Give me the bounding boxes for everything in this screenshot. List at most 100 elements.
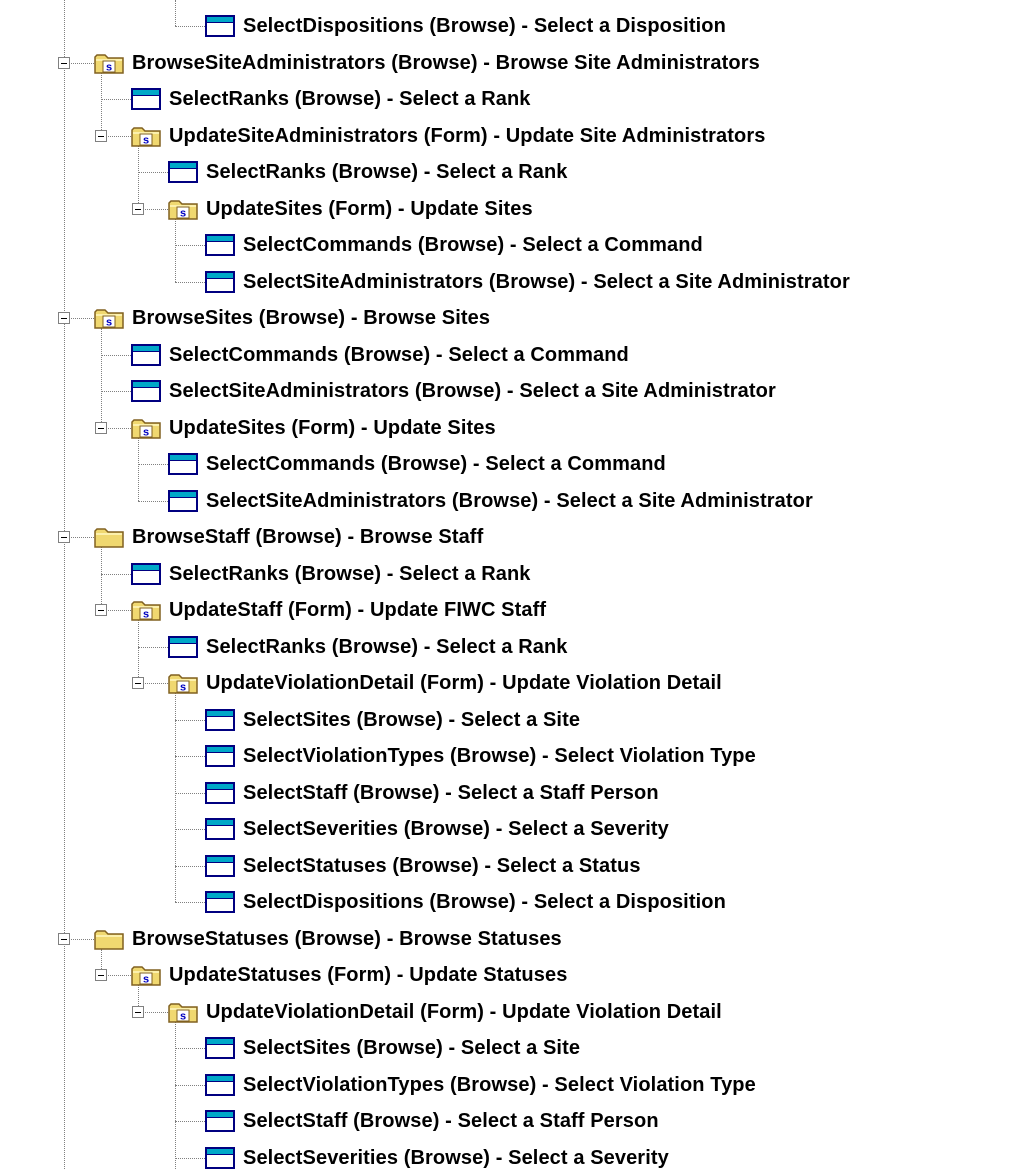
tree-item-label[interactable]: BrowseStatuses (Browse) - Browse Statuse… bbox=[132, 927, 562, 951]
tree-leaf[interactable]: SelectRanks (Browse) - Select a Rank bbox=[0, 629, 1022, 665]
tree-item-label[interactable]: SelectStaff (Browse) - Select a Staff Pe… bbox=[243, 781, 659, 805]
collapse-toggle-icon[interactable] bbox=[95, 129, 107, 142]
tree-leaf[interactable]: SelectSites (Browse) - Select a Site bbox=[0, 702, 1022, 738]
tree-item-label[interactable]: UpdateStatuses (Form) - Update Statuses bbox=[169, 963, 567, 987]
tree-item-label[interactable]: SelectViolationTypes (Browse) - Select V… bbox=[243, 744, 756, 768]
secure-folder-icon: s bbox=[131, 125, 161, 153]
collapse-toggle-icon[interactable] bbox=[58, 531, 70, 543]
tree-item-label[interactable]: SelectCommands (Browse) - Select a Comma… bbox=[206, 452, 666, 476]
tree-leaf[interactable]: SelectCommands (Browse) - Select a Comma… bbox=[0, 337, 1022, 373]
window-icon bbox=[205, 891, 235, 919]
tree-node[interactable]: s BrowseSiteAdministrators (Browse) - Bro… bbox=[0, 45, 1022, 81]
tree-item-label[interactable]: SelectViolationTypes (Browse) - Select V… bbox=[243, 1073, 756, 1097]
tree-leaf[interactable]: SelectStaff (Browse) - Select a Staff Pe… bbox=[0, 775, 1022, 811]
tree-leaf[interactable]: SelectSeverities (Browse) - Select a Sev… bbox=[0, 811, 1022, 847]
collapse-toggle-icon[interactable] bbox=[132, 677, 144, 689]
secure-folder-icon: s bbox=[131, 417, 161, 445]
tree-view[interactable]: SelectDispositions (Browse) - Select a D… bbox=[0, 0, 1022, 1169]
collapse-toggle-icon[interactable] bbox=[58, 932, 70, 945]
collapse-toggle-icon[interactable] bbox=[132, 1005, 144, 1018]
tree-item-label[interactable]: SelectSeverities (Browse) - Select a Sev… bbox=[243, 1146, 669, 1170]
window-icon bbox=[205, 270, 235, 299]
tree-node[interactable]: BrowseStaff (Browse) - Browse Staff bbox=[0, 519, 1022, 555]
window-icon bbox=[205, 1073, 235, 1102]
tree-item-label[interactable]: SelectStaff (Browse) - Select a Staff Pe… bbox=[243, 1109, 659, 1133]
svg-text:s: s bbox=[106, 61, 112, 73]
window-icon bbox=[205, 854, 235, 883]
tree-node[interactable]: s UpdateViolationDetail (Form) - Update V… bbox=[0, 665, 1022, 701]
tree-item-label[interactable]: SelectSiteAdministrators (Browse) - Sele… bbox=[206, 489, 813, 513]
tree-item-label[interactable]: SelectDispositions (Browse) - Select a D… bbox=[243, 14, 726, 38]
collapse-toggle-icon[interactable] bbox=[58, 312, 70, 324]
svg-text:s: s bbox=[180, 1010, 186, 1022]
collapse-toggle-icon[interactable] bbox=[95, 969, 107, 981]
tree-item-label[interactable]: SelectSiteAdministrators (Browse) - Sele… bbox=[243, 270, 850, 294]
window-icon bbox=[168, 161, 198, 189]
tree-item-label[interactable]: SelectSiteAdministrators (Browse) - Sele… bbox=[169, 379, 776, 403]
tree-item-label[interactable]: SelectCommands (Browse) - Select a Comma… bbox=[169, 343, 629, 367]
window-icon bbox=[168, 453, 198, 481]
tree-item-label[interactable]: SelectSeverities (Browse) - Select a Sev… bbox=[243, 817, 669, 841]
tree-item-label[interactable]: BrowseSites (Browse) - Browse Sites bbox=[132, 306, 490, 330]
tree-leaf[interactable]: SelectSiteAdministrators (Browse) - Sele… bbox=[0, 483, 1022, 519]
secure-folder-icon: s bbox=[168, 1001, 198, 1029]
tree-leaf[interactable]: SelectSiteAdministrators (Browse) - Sele… bbox=[0, 264, 1022, 300]
tree-item-label[interactable]: BrowseStaff (Browse) - Browse Staff bbox=[132, 525, 483, 549]
secure-folder-icon: s bbox=[131, 964, 161, 992]
collapse-toggle-icon[interactable] bbox=[95, 421, 107, 434]
tree-leaf[interactable]: SelectSiteAdministrators (Browse) - Sele… bbox=[0, 373, 1022, 409]
folder-icon bbox=[94, 928, 124, 956]
tree-node[interactable]: s UpdateStaff (Form) - Update FIWC Staff bbox=[0, 592, 1022, 628]
tree-node[interactable]: BrowseStatuses (Browse) - Browse Statuse… bbox=[0, 921, 1022, 957]
tree-item-label[interactable]: SelectSites (Browse) - Select a Site bbox=[243, 1036, 580, 1060]
tree-item-label[interactable]: SelectSites (Browse) - Select a Site bbox=[243, 708, 580, 732]
tree-leaf[interactable]: SelectStatuses (Browse) - Select a Statu… bbox=[0, 848, 1022, 884]
tree-item-label[interactable]: UpdateStaff (Form) - Update FIWC Staff bbox=[169, 598, 546, 622]
tree-leaf[interactable]: SelectStaff (Browse) - Select a Staff Pe… bbox=[0, 1103, 1022, 1139]
tree-node[interactable]: s BrowseSites (Browse) - Browse Sites bbox=[0, 300, 1022, 336]
tree-item-label[interactable]: UpdateSites (Form) - Update Sites bbox=[206, 197, 533, 221]
tree-item-label[interactable]: BrowseSiteAdministrators (Browse) - Brow… bbox=[132, 51, 760, 75]
tree-leaf[interactable]: SelectViolationTypes (Browse) - Select V… bbox=[0, 738, 1022, 774]
tree-item-label[interactable]: SelectRanks (Browse) - Select a Rank bbox=[169, 562, 531, 586]
window-icon bbox=[205, 708, 235, 737]
tree-item-label[interactable]: UpdateSiteAdministrators (Form) - Update… bbox=[169, 124, 765, 148]
tree-node[interactable]: s UpdateViolationDetail (Form) - Update V… bbox=[0, 994, 1022, 1030]
tree-item-label[interactable]: SelectRanks (Browse) - Select a Rank bbox=[206, 635, 568, 659]
tree-node[interactable]: s UpdateSiteAdministrators (Form) - Updat… bbox=[0, 118, 1022, 154]
tree-item-label[interactable]: SelectRanks (Browse) - Select a Rank bbox=[169, 87, 531, 111]
tree-leaf[interactable]: SelectRanks (Browse) - Select a Rank bbox=[0, 154, 1022, 190]
tree-node[interactable]: s UpdateStatuses (Form) - Update Statuses bbox=[0, 957, 1022, 993]
tree-item-label[interactable]: UpdateSites (Form) - Update Sites bbox=[169, 416, 496, 440]
window-icon bbox=[205, 1110, 235, 1138]
tree-item-label[interactable]: UpdateViolationDetail (Form) - Update Vi… bbox=[206, 1000, 722, 1024]
tree-leaf[interactable]: SelectSites (Browse) - Select a Site bbox=[0, 1030, 1022, 1066]
tree-leaf[interactable]: SelectRanks (Browse) - Select a Rank bbox=[0, 556, 1022, 592]
tree-leaf[interactable]: SelectCommands (Browse) - Select a Comma… bbox=[0, 227, 1022, 263]
collapse-toggle-icon[interactable] bbox=[95, 604, 107, 616]
tree-leaf[interactable]: SelectDispositions (Browse) - Select a D… bbox=[0, 8, 1022, 44]
window-icon bbox=[205, 781, 235, 810]
tree-leaf[interactable]: SelectViolationTypes (Browse) - Select V… bbox=[0, 1067, 1022, 1103]
collapse-toggle-icon[interactable] bbox=[132, 202, 144, 215]
tree-leaf[interactable]: SelectDispositions (Browse) - Select a D… bbox=[0, 884, 1022, 920]
tree-leaf[interactable]: SelectCommands (Browse) - Select a Comma… bbox=[0, 446, 1022, 482]
tree-item-label[interactable]: UpdateViolationDetail (Form) - Update Vi… bbox=[206, 671, 722, 695]
tree-node[interactable]: s UpdateSites (Form) - Update Sites bbox=[0, 191, 1022, 227]
collapse-toggle-icon[interactable] bbox=[58, 56, 70, 69]
window-icon bbox=[205, 818, 235, 846]
window-icon bbox=[131, 380, 161, 408]
svg-text:s: s bbox=[143, 426, 149, 438]
window-icon bbox=[205, 15, 235, 43]
secure-folder-icon: s bbox=[131, 599, 161, 627]
tree-item-label[interactable]: SelectStatuses (Browse) - Select a Statu… bbox=[243, 854, 641, 878]
tree-item-label[interactable]: SelectRanks (Browse) - Select a Rank bbox=[206, 160, 568, 184]
secure-folder-icon: s bbox=[168, 672, 198, 700]
tree-node[interactable]: s UpdateSites (Form) - Update Sites bbox=[0, 410, 1022, 446]
tree-leaf[interactable]: SelectSeverities (Browse) - Select a Sev… bbox=[0, 1140, 1022, 1176]
tree-item-label[interactable]: SelectDispositions (Browse) - Select a D… bbox=[243, 890, 726, 914]
tree-leaf[interactable]: SelectRanks (Browse) - Select a Rank bbox=[0, 81, 1022, 117]
folder-icon bbox=[94, 526, 124, 554]
secure-folder-icon: s bbox=[94, 52, 124, 80]
tree-item-label[interactable]: SelectCommands (Browse) - Select a Comma… bbox=[243, 233, 703, 257]
